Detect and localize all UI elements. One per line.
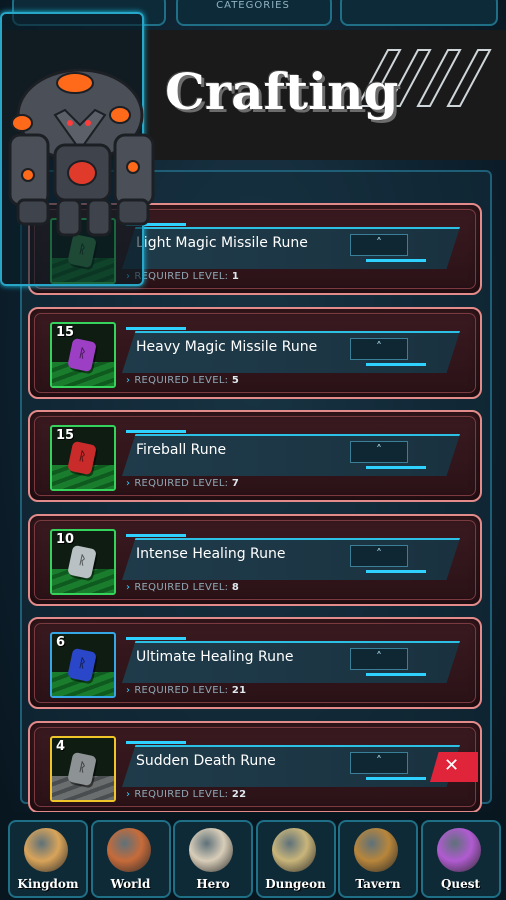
close-icon: ✕: [444, 755, 460, 776]
expand-button[interactable]: ˄: [350, 441, 408, 463]
chevron-right-icon: ›: [126, 582, 131, 593]
expand-button[interactable]: ˄: [350, 338, 408, 360]
nav-label: Quest: [440, 877, 481, 891]
page-title: Crafting: [165, 62, 399, 121]
required-level-value: 1: [231, 271, 240, 282]
required-level-value: 21: [231, 685, 247, 696]
recipe-card[interactable]: ᚱ 10 Intense Healing Rune ˄ › REQUIRED LEVEL:…: [28, 514, 482, 606]
name-accent: [126, 327, 186, 330]
item-quantity: 4: [56, 739, 66, 754]
name-accent: [126, 741, 186, 744]
nav-item-dungeon[interactable]: Dungeon: [255, 820, 336, 898]
chevron-up-icon: ˄: [376, 236, 382, 250]
rune-item-slot[interactable]: ᚱ 15: [50, 425, 116, 491]
nav-label: World: [110, 877, 151, 891]
chevron-up-icon: ˄: [376, 547, 382, 561]
item-quantity: 10: [56, 532, 75, 547]
item-quantity: 15: [56, 428, 75, 443]
required-level: › REQUIRED LEVEL: 7: [126, 478, 239, 489]
dungeon-icon: [271, 828, 316, 872]
nav-label: Hero: [196, 877, 230, 891]
button-accent: [366, 673, 426, 676]
categories-label: CATEGORIES: [216, 0, 290, 11]
name-accent: [126, 534, 186, 537]
nav-label: Tavern: [355, 877, 401, 891]
required-level-value: 5: [231, 375, 240, 386]
world-icon: [106, 828, 151, 872]
rune-item-slot[interactable]: ᚱ 15: [50, 322, 116, 388]
required-level: › REQUIRED LEVEL: 5: [126, 375, 239, 386]
recipe-card[interactable]: ᚱ 15 Fireball Rune ˄ › REQUIRED LEVEL: 7: [28, 410, 482, 502]
required-level-label: REQUIRED LEVEL:: [134, 271, 229, 282]
expand-button[interactable]: ˄: [350, 545, 408, 567]
button-accent: [366, 466, 426, 469]
recipe-card[interactable]: ᚱ 4 Sudden Death Rune ˄ › REQUIRED LEVEL: 22: [28, 721, 482, 813]
nav-item-hero[interactable]: Hero: [173, 820, 253, 898]
chevron-right-icon: ›: [126, 685, 131, 696]
required-level-label: REQUIRED LEVEL:: [134, 582, 229, 593]
expand-button[interactable]: ˄: [350, 648, 408, 670]
button-accent: [366, 259, 426, 262]
required-level-label: REQUIRED LEVEL:: [134, 685, 229, 696]
rune-item-slot[interactable]: ᚱ6: [50, 632, 116, 698]
required-level-value: 8: [231, 582, 240, 593]
required-level-label: REQUIRED LEVEL:: [134, 478, 229, 489]
name-accent: [126, 430, 186, 433]
kingdom-icon: [24, 828, 68, 872]
button-accent: [366, 777, 426, 780]
nav-item-quest[interactable]: Quest: [420, 820, 501, 898]
recipe-name: Ultimate Healing Rune: [136, 649, 294, 665]
chevron-up-icon: ˄: [376, 754, 382, 768]
required-level-label: REQUIRED LEVEL:: [134, 375, 229, 386]
chevron-up-icon: ˄: [376, 650, 382, 664]
expand-button[interactable]: ˄: [350, 752, 408, 774]
rune-item-slot[interactable]: ᚱ 10: [50, 529, 116, 595]
tavern-icon: [354, 828, 398, 872]
nav-item-tavern[interactable]: Tavern: [338, 820, 418, 898]
recipe-name: Sudden Death Rune: [136, 753, 276, 769]
quest-icon: [436, 828, 481, 872]
required-level: › REQUIRED LEVEL: 22: [126, 789, 246, 800]
name-accent: [126, 637, 186, 640]
recipe-name: Fireball Rune: [136, 442, 227, 458]
chevron-right-icon: ›: [126, 375, 131, 386]
recipe-name: Intense Healing Rune: [136, 546, 286, 562]
chevron-right-icon: ›: [126, 478, 131, 489]
nav-item-kingdom[interactable]: Kingdom: [8, 820, 88, 898]
chevron-up-icon: ˄: [376, 340, 382, 354]
item-quantity: 15: [56, 325, 75, 340]
golem-mascot-image: [8, 68, 155, 237]
required-level-label: REQUIRED LEVEL:: [134, 789, 229, 800]
required-level-value: 7: [231, 478, 240, 489]
recipe-card[interactable]: ᚱ 15 Heavy Magic Missile Rune ˄ › REQUIRED LE…: [28, 307, 482, 399]
recipe-card[interactable]: ᚱ 6 Ultimate Healing Rune ˄ › REQUIRED LEVEL:…: [28, 617, 482, 709]
chevron-up-icon: ˄: [376, 443, 382, 457]
bottom-navigation: Kingdom World Hero Dungeon Tavern Quest: [0, 812, 506, 900]
nav-label: Kingdom: [17, 877, 79, 891]
item-quantity: 6: [56, 635, 66, 650]
expand-button[interactable]: ˄: [350, 234, 408, 256]
required-level: › REQUIRED LEVEL: 8: [126, 582, 239, 593]
rune-item-slot[interactable]: ᚱ4: [50, 736, 116, 802]
recipe-name: Heavy Magic Missile Rune: [136, 339, 318, 355]
button-accent: [366, 570, 426, 573]
nav-item-world[interactable]: World: [90, 820, 171, 898]
nav-label: Dungeon: [265, 877, 326, 891]
chevron-right-icon: ›: [126, 789, 131, 800]
button-accent: [366, 363, 426, 366]
required-level-value: 22: [231, 789, 247, 800]
required-level: › REQUIRED LEVEL: 21: [126, 685, 246, 696]
hero-icon: [189, 828, 233, 872]
